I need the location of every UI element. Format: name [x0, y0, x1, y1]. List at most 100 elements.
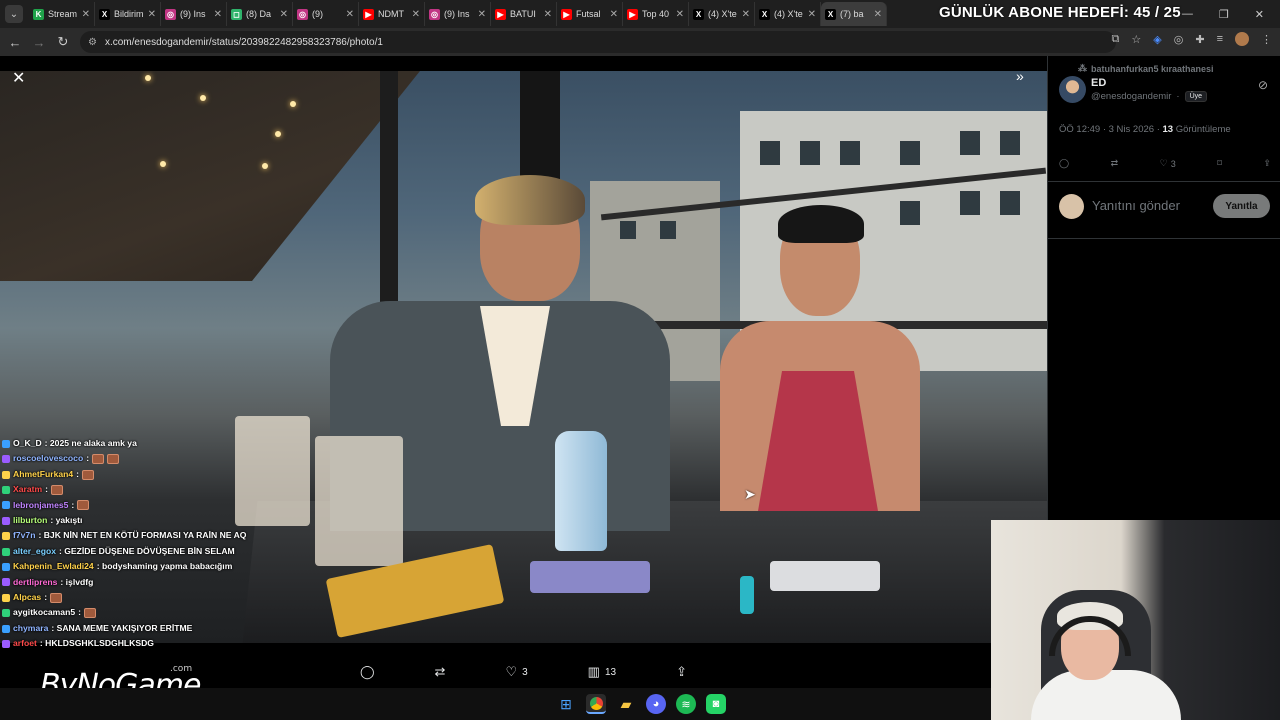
- chat-message: aygitkocaman5 :: [2, 605, 332, 620]
- file-explorer-icon[interactable]: ▰: [616, 694, 636, 714]
- chrome-icon[interactable]: [586, 694, 606, 714]
- tab-label: (9) Ins: [180, 9, 206, 19]
- reply-button[interactable]: ◯: [1059, 158, 1069, 169]
- forward-icon[interactable]: →: [27, 35, 51, 50]
- tab-label: (7) ba: [840, 9, 864, 19]
- viewer-like-button[interactable]: ♡ 3: [505, 664, 527, 680]
- bookmark-star-icon[interactable]: ☆: [1131, 33, 1141, 46]
- site-info-icon[interactable]: ⚙: [88, 37, 97, 48]
- extensions-puzzle-icon[interactable]: ✚: [1195, 33, 1204, 46]
- tab-label: Stream: [48, 9, 78, 19]
- tab-list: K Stream ✕ X Bildirim ✕ ◎ (9) Ins ✕ ◻ (8) Da ✕ ◎ (9) ✕…: [29, 2, 887, 26]
- stream-goal-overlay: GÜNLÜK ABONE HEDEFİ: 45 / 25: [939, 4, 1181, 21]
- tab-search-icon[interactable]: ⌄: [5, 5, 23, 23]
- browser-tab[interactable]: ▶ Futsal ✕: [557, 2, 623, 26]
- tab-favicon-icon: X: [693, 8, 704, 20]
- discord-icon[interactable]: ◕: [646, 694, 666, 714]
- chat-username: AhmetFurkan4: [13, 468, 74, 479]
- bookmark-button[interactable]: ⌑: [1217, 158, 1222, 169]
- url-text: x.com/enesdogandemir/status/203982248295…: [104, 36, 383, 48]
- browser-tab[interactable]: X Bildirim ✕: [95, 2, 161, 26]
- reply-input[interactable]: Yanıtını gönder: [1092, 198, 1180, 213]
- viewer-reply-button[interactable]: ◯: [360, 664, 375, 680]
- tab-close-icon[interactable]: ✕: [214, 9, 222, 20]
- menu-dots-icon[interactable]: ⋮: [1261, 33, 1272, 46]
- grok-icon[interactable]: ⊘: [1258, 78, 1268, 92]
- minimize-icon[interactable]: —: [1182, 8, 1193, 20]
- profile-avatar[interactable]: [1235, 32, 1249, 46]
- chat-text: : 2025 ne alaka amk ya: [44, 438, 137, 448]
- tab-close-icon[interactable]: ✕: [742, 9, 750, 20]
- back-icon[interactable]: ←: [3, 35, 27, 50]
- tab-close-icon[interactable]: ✕: [610, 9, 618, 20]
- tab-close-icon[interactable]: ✕: [280, 9, 288, 20]
- chat-badge-icon: [2, 470, 10, 479]
- chat-emote-icon: [51, 484, 64, 495]
- tab-close-icon[interactable]: ✕: [544, 9, 552, 20]
- browser-tab[interactable]: X (4) X'te ✕: [755, 2, 821, 26]
- chat-username: aygitkocaman5: [13, 607, 76, 618]
- views-count: 13: [604, 666, 617, 678]
- heart-icon: ♡: [505, 664, 518, 679]
- repost-button[interactable]: ⇄: [1111, 158, 1119, 169]
- reply-submit-button[interactable]: Yanıtla: [1213, 194, 1270, 218]
- browser-tab[interactable]: ◎ (9) Ins ✕: [161, 2, 227, 26]
- repost-by-text[interactable]: batuhanfurkan5 kıraathanesi: [1091, 64, 1214, 74]
- chat-message: chymara : SANA MEME YAKIŞIYOR ERİTME: [2, 621, 332, 636]
- tab-close-icon[interactable]: ✕: [82, 9, 90, 20]
- chat-username: alter_egox: [13, 545, 56, 556]
- browser-tab[interactable]: ◻ (8) Da ✕: [227, 2, 293, 26]
- expand-panel-icon[interactable]: »: [1016, 68, 1024, 84]
- author-avatar[interactable]: [1059, 76, 1086, 103]
- post-timestamp[interactable]: ÖÖ 12:49 · 3 Nis 2026 ·: [1059, 124, 1163, 135]
- viewer-repost-button[interactable]: ⇄: [435, 664, 446, 680]
- close-viewer-icon[interactable]: ✕: [12, 68, 25, 88]
- tab-close-icon[interactable]: ✕: [478, 9, 486, 20]
- tab-label: BATUI: [510, 9, 536, 19]
- chat-message: dertliprens : işlvdfg: [2, 575, 332, 590]
- close-window-icon[interactable]: ✕: [1255, 8, 1264, 21]
- whatsapp-icon[interactable]: ◙: [706, 694, 726, 714]
- share-button[interactable]: ⇪: [1263, 158, 1271, 169]
- extension-icon-2[interactable]: ◎: [1174, 33, 1184, 46]
- media-icon[interactable]: ≡: [1217, 33, 1223, 45]
- tab-close-icon[interactable]: ✕: [412, 9, 420, 20]
- chat-username: f7v7n: [13, 530, 36, 541]
- browser-tab[interactable]: K Stream ✕: [29, 2, 95, 26]
- tab-close-icon[interactable]: ✕: [676, 9, 684, 20]
- chat-badge-icon: [2, 593, 10, 602]
- install-icon[interactable]: ⧉: [1112, 33, 1120, 46]
- taskbar: ⊞ ▰ ◕ ≋ ◙: [0, 688, 991, 720]
- browser-tab[interactable]: X (7) ba ✕: [821, 2, 887, 26]
- viewer-views-button[interactable]: ▥ 13: [588, 664, 616, 680]
- like-button[interactable]: ♡ 3: [1160, 158, 1176, 169]
- url-field[interactable]: ⚙ x.com/enesdogandemir/status/2039822482…: [80, 31, 1116, 53]
- viewer-share-button[interactable]: ⇪: [676, 664, 687, 680]
- tab-close-icon[interactable]: ✕: [874, 9, 882, 20]
- maximize-icon[interactable]: ❐: [1219, 8, 1229, 21]
- browser-tab[interactable]: ▶ Top 40 ✕: [623, 2, 689, 26]
- tab-favicon-icon: ◎: [429, 8, 440, 20]
- my-avatar: [1059, 194, 1084, 219]
- tab-favicon-icon: ▶: [495, 8, 506, 20]
- chat-message: Kahpenin_Ewladi24 : bodyshaming yapma ba…: [2, 559, 332, 574]
- chat-text: : GEZİDE DÜŞENE DÖVÜŞENE BİN SELAM: [59, 545, 235, 556]
- reload-icon[interactable]: ↻: [51, 34, 75, 50]
- tab-favicon-icon: X: [825, 8, 836, 20]
- chat-username: Xaratm: [13, 484, 43, 495]
- browser-tab[interactable]: ▶ NDMT ✕: [359, 2, 425, 26]
- tab-close-icon[interactable]: ✕: [808, 9, 816, 20]
- browser-tab[interactable]: ◎ (9) Ins ✕: [425, 2, 491, 26]
- tab-close-icon[interactable]: ✕: [346, 9, 354, 20]
- windows-start-icon[interactable]: ⊞: [556, 694, 576, 714]
- author-name[interactable]: ED: [1091, 77, 1106, 89]
- heart-icon: ♡: [1159, 158, 1168, 168]
- extension-icon[interactable]: ◈: [1153, 33, 1161, 46]
- tab-label: (4) X'te: [708, 9, 737, 19]
- browser-tab[interactable]: ◎ (9) ✕: [293, 2, 359, 26]
- browser-tab[interactable]: X (4) X'te ✕: [689, 2, 755, 26]
- author-handle[interactable]: @enesdogandemir: [1091, 91, 1171, 102]
- tab-close-icon[interactable]: ✕: [148, 9, 156, 20]
- browser-tab[interactable]: ▶ BATUI ✕: [491, 2, 557, 26]
- spotify-icon[interactable]: ≋: [676, 694, 696, 714]
